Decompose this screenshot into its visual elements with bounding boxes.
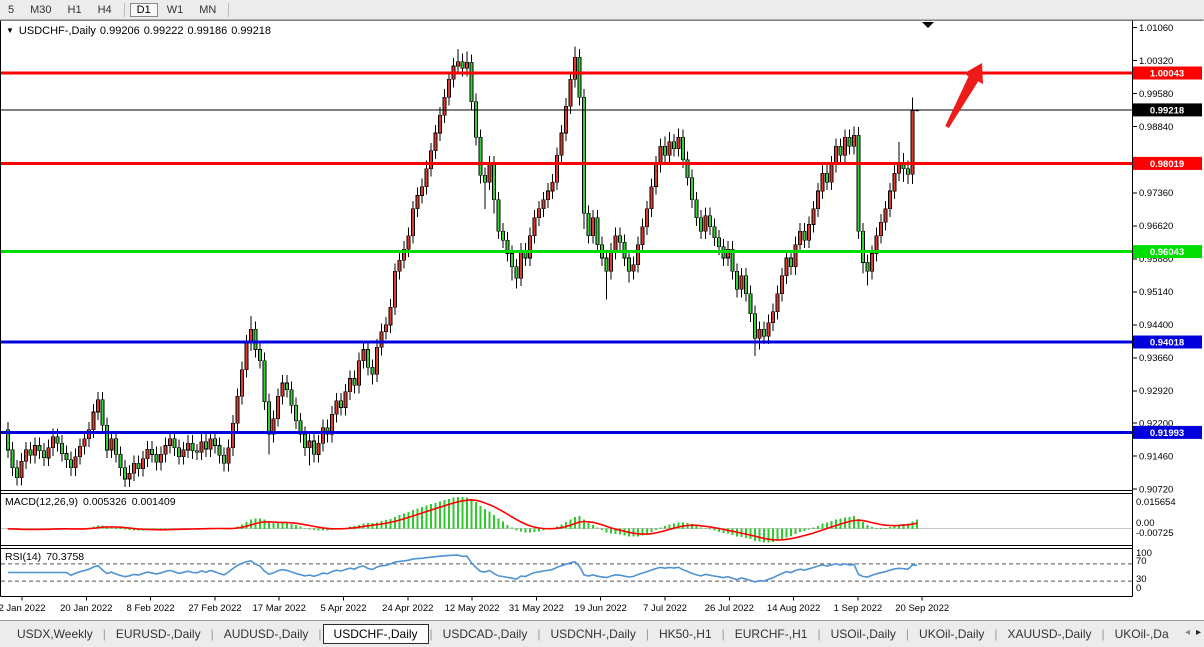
tab-separator: | xyxy=(994,627,997,641)
tab-separator: | xyxy=(537,627,540,641)
svg-text:0.90720: 0.90720 xyxy=(1139,484,1173,495)
svg-text:26 Jul 2022: 26 Jul 2022 xyxy=(705,603,754,614)
tab-eurusd-daily[interactable]: EURUSD-,Daily xyxy=(107,625,210,643)
mt4-chart-window: 5M30H1H4D1W1MN 1.010601.003200.995800.98… xyxy=(0,0,1204,647)
svg-text:0.94400: 0.94400 xyxy=(1139,320,1173,331)
chart-title: ▼ USDCHF-,Daily 0.99206 0.992220.99186 0.992… xyxy=(6,25,275,37)
svg-text:20 Sep 2022: 20 Sep 2022 xyxy=(895,603,949,614)
svg-text:0.94018: 0.94018 xyxy=(1150,338,1184,349)
quote-high: 0.99222 xyxy=(144,25,184,37)
macd-indicator-label: MACD(12,26,9) 0.005326 0.001409 xyxy=(5,496,181,508)
rsi-value: 70.3758 xyxy=(46,551,84,563)
tab-usoil-daily[interactable]: USOil-,Daily xyxy=(822,625,905,643)
tab-eurchf-h1[interactable]: EURCHF-,H1 xyxy=(726,625,817,643)
tab-xauusd-daily[interactable]: XAUUSD-,Daily xyxy=(999,625,1101,643)
svg-text:0.98840: 0.98840 xyxy=(1139,122,1173,133)
svg-text:19 Jun 2022: 19 Jun 2022 xyxy=(575,603,627,614)
svg-text:0.015654: 0.015654 xyxy=(1136,497,1176,508)
tab-separator: | xyxy=(722,627,725,641)
tab-scroll-arrows: ◂▸ xyxy=(1179,627,1201,638)
quote-low: 0.99186 xyxy=(187,25,227,37)
tab-usdcnh-daily[interactable]: USDCNH-,Daily xyxy=(541,625,644,643)
svg-text:0.93660: 0.93660 xyxy=(1139,353,1173,364)
svg-text:0.92920: 0.92920 xyxy=(1139,386,1173,397)
symbol-tab-bar: USDX,Weekly|EURUSD-,Daily|AUDUSD-,Daily|… xyxy=(0,620,1204,647)
price-axis: 1.01060 1.00320 0.99580 0.98840 0.97360 0.966… xyxy=(1133,23,1174,496)
svg-text:0.96620: 0.96620 xyxy=(1139,221,1173,232)
tab-ukoil-da[interactable]: UKOil-,Da xyxy=(1106,625,1178,643)
tab-separator: | xyxy=(817,627,820,641)
svg-text:0.97360: 0.97360 xyxy=(1139,188,1173,199)
svg-text:12 May 2022: 12 May 2022 xyxy=(445,603,500,614)
svg-text:0.91993: 0.91993 xyxy=(1150,428,1184,439)
svg-text:0.96043: 0.96043 xyxy=(1150,247,1184,258)
svg-text:24 Apr 2022: 24 Apr 2022 xyxy=(382,603,433,614)
tab-separator: | xyxy=(646,627,649,641)
svg-text:31 May 2022: 31 May 2022 xyxy=(509,603,564,614)
macd-name: MACD(12,26,9) xyxy=(5,496,78,508)
quote-close: 0.99218 xyxy=(231,25,271,37)
rsi-indicator-label: RSI(14) 70.3758 xyxy=(5,551,89,563)
chart-canvas[interactable]: 1.01060 1.00320 0.99580 0.98840 0.97360 0.966… xyxy=(0,0,1204,620)
svg-text:0.99218: 0.99218 xyxy=(1150,105,1184,116)
svg-text:0: 0 xyxy=(1136,583,1141,594)
svg-text:8 Feb 2022: 8 Feb 2022 xyxy=(127,603,175,614)
rsi-name: RSI(14) xyxy=(5,551,41,563)
tab-audusd-daily[interactable]: AUDUSD-,Daily xyxy=(215,625,318,643)
symbol-tabs: USDX,Weekly|EURUSD-,Daily|AUDUSD-,Daily|… xyxy=(0,621,1178,644)
tab-usdchf-daily[interactable]: USDCHF-,Daily xyxy=(323,624,429,644)
svg-text:7 Jul 2022: 7 Jul 2022 xyxy=(643,603,687,614)
svg-text:1.01060: 1.01060 xyxy=(1139,23,1173,34)
svg-text:2 Jan 2022: 2 Jan 2022 xyxy=(0,603,46,614)
svg-text:0.95140: 0.95140 xyxy=(1139,287,1173,298)
svg-text:17 Mar 2022: 17 Mar 2022 xyxy=(253,603,306,614)
tab-scroll-left-icon[interactable]: ◂ xyxy=(1185,627,1190,638)
svg-text:20 Jan 2022: 20 Jan 2022 xyxy=(60,603,112,614)
tab-separator: | xyxy=(103,627,106,641)
tab-separator: | xyxy=(1102,627,1105,641)
tab-scroll-right-icon[interactable]: ▸ xyxy=(1196,627,1201,638)
tab-separator: | xyxy=(430,627,433,641)
svg-text:14 Aug 2022: 14 Aug 2022 xyxy=(767,603,820,614)
tab-ukoil-daily[interactable]: UKOil-,Daily xyxy=(910,625,993,643)
svg-text:0.98019: 0.98019 xyxy=(1150,159,1184,170)
tab-usdcad-daily[interactable]: USDCAD-,Daily xyxy=(434,625,537,643)
svg-text:27 Feb 2022: 27 Feb 2022 xyxy=(188,603,241,614)
quote-open: 0.99206 xyxy=(100,25,140,37)
macd-value-signal: 0.001409 xyxy=(132,496,176,508)
svg-text:0.91460: 0.91460 xyxy=(1139,451,1173,462)
tab-separator: | xyxy=(906,627,909,641)
svg-text:70: 70 xyxy=(1136,556,1147,567)
svg-text:5 Apr 2022: 5 Apr 2022 xyxy=(321,603,367,614)
svg-text:-0.00725: -0.00725 xyxy=(1136,528,1174,539)
svg-text:1.00043: 1.00043 xyxy=(1150,69,1184,80)
svg-text:0.99580: 0.99580 xyxy=(1139,89,1173,100)
tab-separator: | xyxy=(211,627,214,641)
tab-usdx-weekly[interactable]: USDX,Weekly xyxy=(8,625,102,643)
svg-text:1.00320: 1.00320 xyxy=(1139,56,1173,67)
macd-value-main: 0.005326 xyxy=(83,496,127,508)
symbol-dropdown-icon[interactable]: ▼ xyxy=(6,26,14,35)
tab-hk50-h1[interactable]: HK50-,H1 xyxy=(650,625,721,643)
svg-text:1 Sep 2022: 1 Sep 2022 xyxy=(834,603,883,614)
chart-title-symbol: USDCHF-,Daily xyxy=(19,25,96,37)
tab-separator: | xyxy=(318,627,321,641)
